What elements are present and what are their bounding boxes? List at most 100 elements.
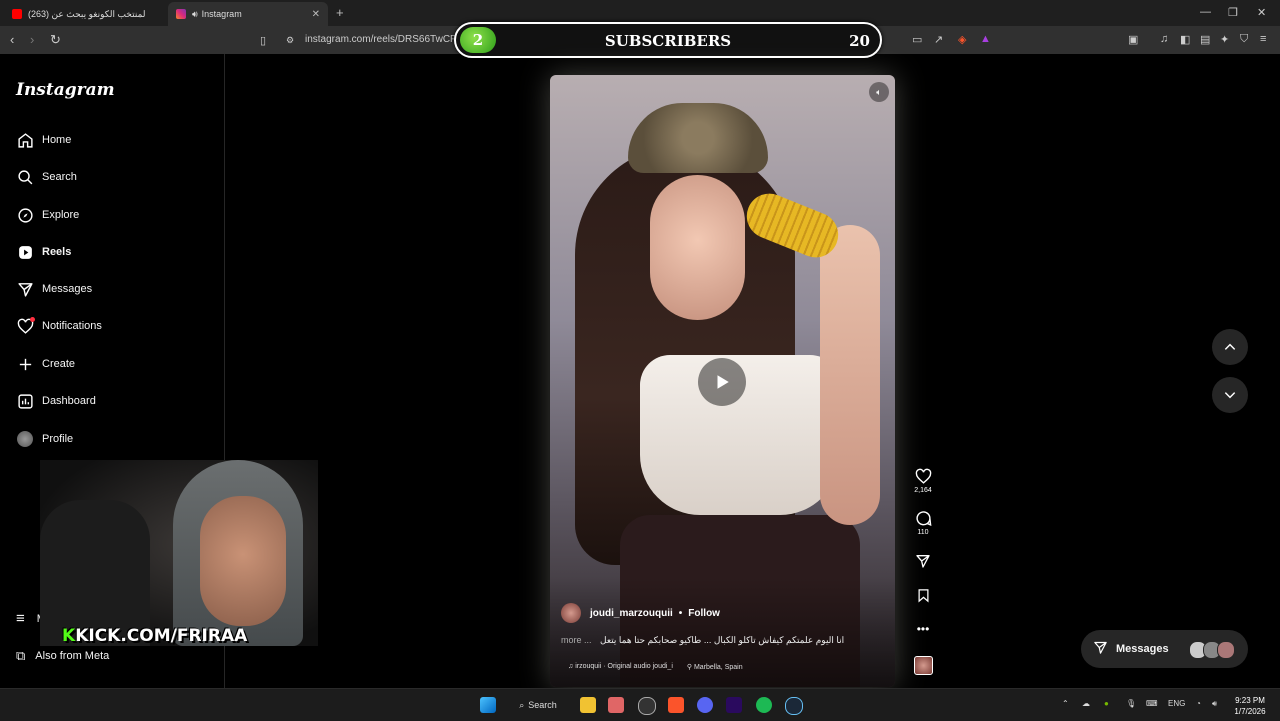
premiere-icon[interactable]	[726, 697, 742, 713]
tab-instagram[interactable]: 🔊︎ Instagram ✕	[168, 2, 328, 26]
more-options-button[interactable]: •••	[908, 622, 938, 636]
reel-author[interactable]: joudi_marzouquii • Follow	[561, 603, 720, 623]
music-icon[interactable]: ♫	[1160, 33, 1172, 45]
snipping-tool-icon[interactable]	[608, 697, 624, 713]
location-link[interactable]: ⚲ Marbella, Spain	[687, 663, 743, 671]
webcam-overlay	[40, 460, 318, 646]
file-explorer-icon[interactable]	[580, 697, 596, 713]
language-indicator[interactable]: ENG	[1168, 699, 1185, 708]
windows-start-icon[interactable]	[480, 697, 496, 713]
hamburger-icon: ≡	[16, 610, 25, 627]
send-icon	[1093, 640, 1108, 658]
comment-icon	[915, 511, 931, 526]
plus-icon	[16, 355, 34, 373]
nav-messages[interactable]: Messages	[16, 277, 92, 301]
keyboard-icon[interactable]: ⌨	[1146, 699, 1158, 708]
nav-also-from-meta[interactable]: ⧉ Also from Meta	[16, 648, 109, 664]
tab-youtube[interactable]: (263) مشجع لمنتخب الكونغو يبحث عن	[4, 2, 164, 26]
nav-create[interactable]: Create	[16, 352, 75, 376]
tab-label: (263) مشجع لمنتخب الكونغو يبحث عن	[28, 8, 148, 19]
messages-button[interactable]: Messages	[1081, 630, 1248, 668]
audio-thumbnail-icon	[913, 656, 933, 675]
like-button[interactable]: 2,164	[908, 468, 938, 494]
author-avatar[interactable]	[561, 603, 581, 623]
volume-icon[interactable]: 🔊︎	[1212, 699, 1217, 709]
maximize-button[interactable]: ❐	[1228, 6, 1238, 19]
nav-label: Notifications	[42, 320, 102, 332]
speaker-icon: 🔊︎	[192, 8, 198, 19]
chart-icon	[16, 392, 34, 410]
nav-profile[interactable]: Profile	[16, 427, 73, 451]
share-button[interactable]	[908, 553, 938, 571]
obs-icon[interactable]	[638, 697, 656, 715]
video-figure-arm	[820, 225, 880, 525]
play-icon	[717, 375, 729, 389]
minimize-button[interactable]: —	[1200, 6, 1211, 18]
site-info-icon[interactable]: ⚙	[286, 35, 294, 46]
tray-chevron-icon[interactable]: ⌃	[1062, 699, 1069, 708]
nav-reels[interactable]: Reels	[16, 240, 71, 264]
notification-dot	[30, 317, 35, 322]
onedrive-icon[interactable]: ☁	[1082, 699, 1090, 708]
play-button[interactable]	[698, 358, 746, 406]
follow-button[interactable]: Follow	[688, 608, 720, 619]
avatar-icon	[16, 430, 34, 448]
subscriber-goal-overlay: 2 SUBSCRIBERS 20	[454, 22, 882, 58]
messages-label: Messages	[1116, 643, 1169, 655]
close-window-button[interactable]: ✕	[1257, 6, 1266, 19]
webcam-face	[200, 496, 286, 626]
nav-dashboard[interactable]: Dashboard	[16, 389, 96, 413]
steam-icon[interactable]	[785, 697, 803, 715]
wifi-icon[interactable]: ◔	[1196, 699, 1201, 708]
taskbar-search[interactable]: ⌕ Search	[512, 695, 564, 715]
leo-ai-icon[interactable]: ✦	[1220, 33, 1232, 46]
nvidia-icon[interactable]: ●	[1104, 699, 1109, 708]
reel-caption[interactable]: more ... انا اليوم علمتكم كيفاش تاكلو ال…	[561, 635, 851, 646]
reader-icon[interactable]: ▣	[1128, 33, 1140, 46]
back-icon[interactable]: ‹	[10, 32, 14, 47]
microphone-icon[interactable]: 🎙︎	[1126, 699, 1136, 708]
audio-link[interactable]: ♫ irzouquii · Original audio joudi_i	[568, 663, 673, 671]
forward-icon[interactable]: ›	[30, 32, 34, 47]
instagram-favicon-icon	[176, 9, 186, 19]
previous-reel-button[interactable]	[1212, 329, 1248, 365]
save-button[interactable]	[908, 588, 938, 605]
taskbar-clock[interactable]: 9:23 PM 1/7/2026	[1228, 695, 1272, 717]
reload-icon[interactable]: ↻	[50, 32, 61, 48]
reels-icon	[16, 243, 34, 261]
cast-icon[interactable]: ▭	[912, 33, 924, 46]
url-text[interactable]: instagram.com/reels/DRS66TwCPLF	[305, 34, 468, 45]
wallet-icon[interactable]: ▤	[1200, 33, 1212, 46]
nav-home[interactable]: Home	[16, 128, 71, 152]
audio-thumbnail[interactable]	[908, 656, 938, 677]
brave-shield-icon[interactable]: ◈	[958, 33, 970, 46]
share-icon[interactable]: ↗	[934, 33, 946, 46]
caption-more-link[interactable]: more ...	[561, 635, 592, 645]
nav-search[interactable]: Search	[16, 165, 77, 189]
spotify-icon[interactable]	[756, 697, 772, 713]
message-avatar	[1217, 641, 1235, 659]
author-username[interactable]: joudi_marzouquii	[590, 608, 673, 619]
close-tab-icon[interactable]: ✕	[312, 9, 320, 20]
brave-icon[interactable]	[668, 697, 684, 713]
vpn-icon[interactable]: ⛉	[1240, 33, 1252, 45]
video-figure-cap	[628, 103, 768, 173]
new-tab-button[interactable]: +	[336, 5, 344, 20]
reel-meta: ♫ irzouquii · Original audio joudi_i ⚲ M…	[568, 663, 743, 671]
youtube-favicon-icon	[12, 9, 22, 19]
discord-icon[interactable]	[697, 697, 713, 713]
comment-button[interactable]: 110	[908, 510, 938, 536]
heart-icon	[915, 468, 931, 484]
menu-icon[interactable]: ≡	[1260, 33, 1272, 45]
instagram-logo[interactable]: Instagram	[16, 80, 115, 100]
nav-label: Messages	[42, 283, 93, 295]
home-icon	[16, 131, 34, 149]
sidebar-toggle-icon[interactable]: ◧	[1180, 33, 1192, 46]
nav-explore[interactable]: Explore	[16, 203, 79, 227]
nav-notifications[interactable]: Notifications	[16, 314, 102, 338]
next-reel-button[interactable]	[1212, 377, 1248, 413]
brave-rewards-icon[interactable]: ▲	[980, 33, 992, 45]
volume-button[interactable]: 🔈︎	[869, 82, 889, 102]
also-from-meta-label: Also from Meta	[35, 650, 110, 662]
bookmark-icon[interactable]: ▯	[260, 34, 266, 47]
